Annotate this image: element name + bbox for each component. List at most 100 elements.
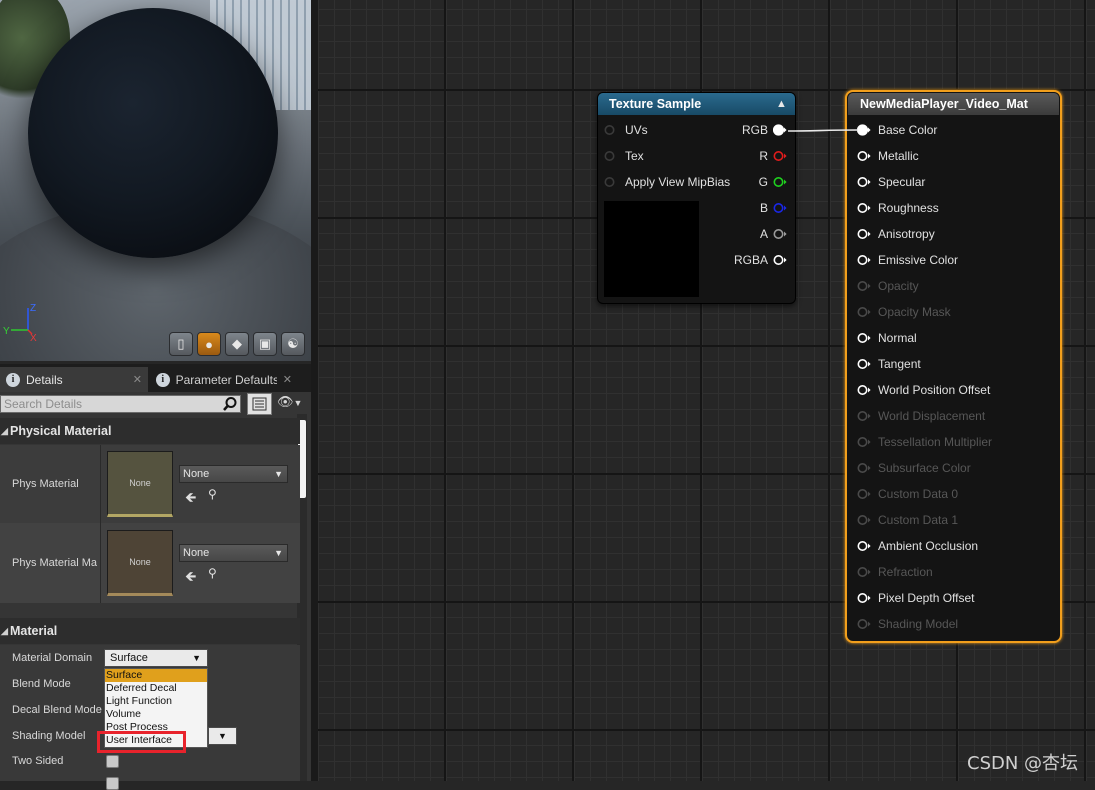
material-input-pin-icon[interactable] (857, 228, 871, 240)
axis-y-label: Y (3, 326, 10, 337)
chevron-down-icon: ▼ (274, 548, 283, 558)
panel-splitter[interactable] (311, 0, 318, 781)
visibility-filter-button[interactable]: 👁▼ (277, 394, 309, 414)
material-input-pin-icon[interactable] (857, 358, 871, 370)
info-icon: i (156, 372, 170, 387)
input-pin-icon[interactable] (604, 124, 618, 136)
asset-picker-combo[interactable]: None ▼ (179, 544, 288, 562)
material-input-pin-icon[interactable] (857, 176, 871, 188)
close-icon[interactable]: ✕ (283, 373, 292, 386)
output-pin-icon[interactable] (773, 124, 787, 136)
asset-thumbnail[interactable]: None (107, 530, 173, 596)
output-pin-icon[interactable] (773, 202, 787, 214)
eye-icon: 👁 (277, 394, 294, 409)
thumbnail-text: None (129, 557, 151, 567)
combo-value: Surface (110, 652, 148, 664)
material-input-label: Subsurface Color (878, 461, 971, 475)
texture-preview (604, 201, 699, 297)
column-divider (100, 445, 101, 523)
material-input-label: Opacity (878, 279, 919, 293)
asset-thumbnail[interactable]: None (107, 451, 173, 517)
output-pin-icon[interactable] (773, 254, 787, 266)
material-input-pin-icon[interactable] (857, 254, 871, 266)
dropdown-option-light-function[interactable]: Light Function (105, 695, 207, 708)
material-input-pin-icon[interactable] (857, 332, 871, 344)
material-input-pin-icon[interactable] (857, 462, 871, 474)
list-view-button[interactable] (247, 393, 272, 415)
search-input[interactable]: Search Details (0, 395, 241, 413)
material-preview-viewport[interactable]: Z Y X ▯ ● ◆ ▣ ☯ (0, 0, 311, 361)
tab-parameter-defaults[interactable]: i Parameter Defaults ✕ (150, 367, 298, 392)
material-input-label: Pixel Depth Offset (878, 591, 975, 605)
material-input-label: Metallic (878, 149, 919, 163)
column-divider (100, 523, 101, 603)
material-input-pin-icon[interactable] (857, 384, 871, 396)
property-checkbox[interactable] (106, 777, 119, 790)
material-input-label: Refraction (878, 565, 933, 579)
plane-icon[interactable]: ◆ (225, 332, 249, 356)
material-input-pin-icon[interactable] (857, 436, 871, 448)
material-input-pin-icon[interactable] (857, 592, 871, 604)
dropdown-option-deferred-decal[interactable]: Deferred Decal (105, 682, 207, 695)
input-pin-icon[interactable] (604, 150, 618, 162)
dropdown-option-volume[interactable]: Volume (105, 708, 207, 721)
output-pin-icon[interactable] (773, 228, 787, 240)
cube-icon[interactable]: ▣ (253, 332, 277, 356)
output-pin-label: RGBA (733, 253, 768, 267)
material-input-pin-icon[interactable] (857, 618, 871, 630)
sphere-icon[interactable]: ● (197, 332, 221, 356)
dropdown-option-surface[interactable]: Surface (105, 669, 207, 682)
material-domain-combo[interactable]: Surface ▼ (104, 649, 208, 667)
asset-picker-combo[interactable]: None ▼ (179, 465, 288, 483)
tab-label: Parameter Defaults (175, 372, 277, 387)
material-input-pin-icon[interactable] (857, 514, 871, 526)
input-pin-label: Tex (625, 149, 644, 163)
cylinder-icon[interactable]: ▯ (169, 332, 193, 356)
search-icon[interactable] (221, 396, 239, 412)
material-input-pin-icon[interactable] (857, 280, 871, 292)
use-selected-arrow-icon[interactable]: 🡸 (185, 487, 196, 511)
teapot-icon[interactable]: ☯ (281, 332, 305, 356)
material-input-label: Ambient Occlusion (878, 539, 979, 553)
material-input-pin-icon[interactable] (857, 306, 871, 318)
two-sided-checkbox[interactable] (106, 755, 119, 768)
section-title: Physical Material (10, 424, 112, 438)
material-input-label: Base Color (878, 123, 938, 137)
shading-model-combo[interactable]: ▼ (208, 727, 237, 745)
output-pin-icon[interactable] (773, 176, 787, 188)
output-pin-label: RGB (741, 123, 768, 137)
section-material[interactable]: ◢ Material (0, 618, 300, 644)
node-title: NewMediaPlayer_Video_Mat (848, 93, 1059, 115)
material-input-label: Tessellation Multiplier (878, 435, 993, 449)
material-input-pin-icon[interactable] (857, 566, 871, 578)
material-input-pin-icon[interactable] (857, 410, 871, 422)
property-label: Material Domain (12, 652, 93, 664)
close-icon[interactable]: ✕ (133, 373, 142, 386)
material-input-pin-icon[interactable] (857, 150, 871, 162)
chevron-down-icon: ▼ (192, 653, 201, 663)
output-pin-icon[interactable] (773, 150, 787, 162)
output-pin-label: R (759, 149, 768, 163)
material-input-label: Roughness (878, 201, 939, 215)
rgb-to-base-color-wire (788, 129, 858, 132)
browse-search-icon[interactable]: ⚲ (208, 566, 217, 580)
material-input-pin-icon[interactable] (857, 540, 871, 552)
material-input-label: Specular (878, 175, 926, 189)
material-input-label: World Displacement (878, 409, 986, 423)
material-input-pin-icon[interactable] (857, 202, 871, 214)
property-label: Two Sided (12, 755, 64, 767)
browse-search-icon[interactable]: ⚲ (208, 487, 217, 501)
use-selected-arrow-icon[interactable]: 🡸 (185, 566, 196, 590)
collapse-triangle-icon[interactable]: ▲ (776, 98, 788, 110)
material-input-pin-icon[interactable] (857, 488, 871, 500)
axis-z-label: Z (30, 303, 36, 314)
output-pin-label: B (759, 201, 768, 215)
annotation-highlight-box (97, 731, 186, 753)
property-label: Decal Blend Mode (12, 704, 102, 716)
input-pin-label: UVs (625, 123, 648, 137)
property-label: Phys Material (12, 478, 79, 490)
input-pin-icon[interactable] (604, 176, 618, 188)
material-input-pin-icon[interactable] (857, 124, 871, 136)
section-physical-material[interactable]: ◢ Physical Material (0, 418, 300, 444)
tab-details[interactable]: i Details ✕ (0, 367, 148, 392)
